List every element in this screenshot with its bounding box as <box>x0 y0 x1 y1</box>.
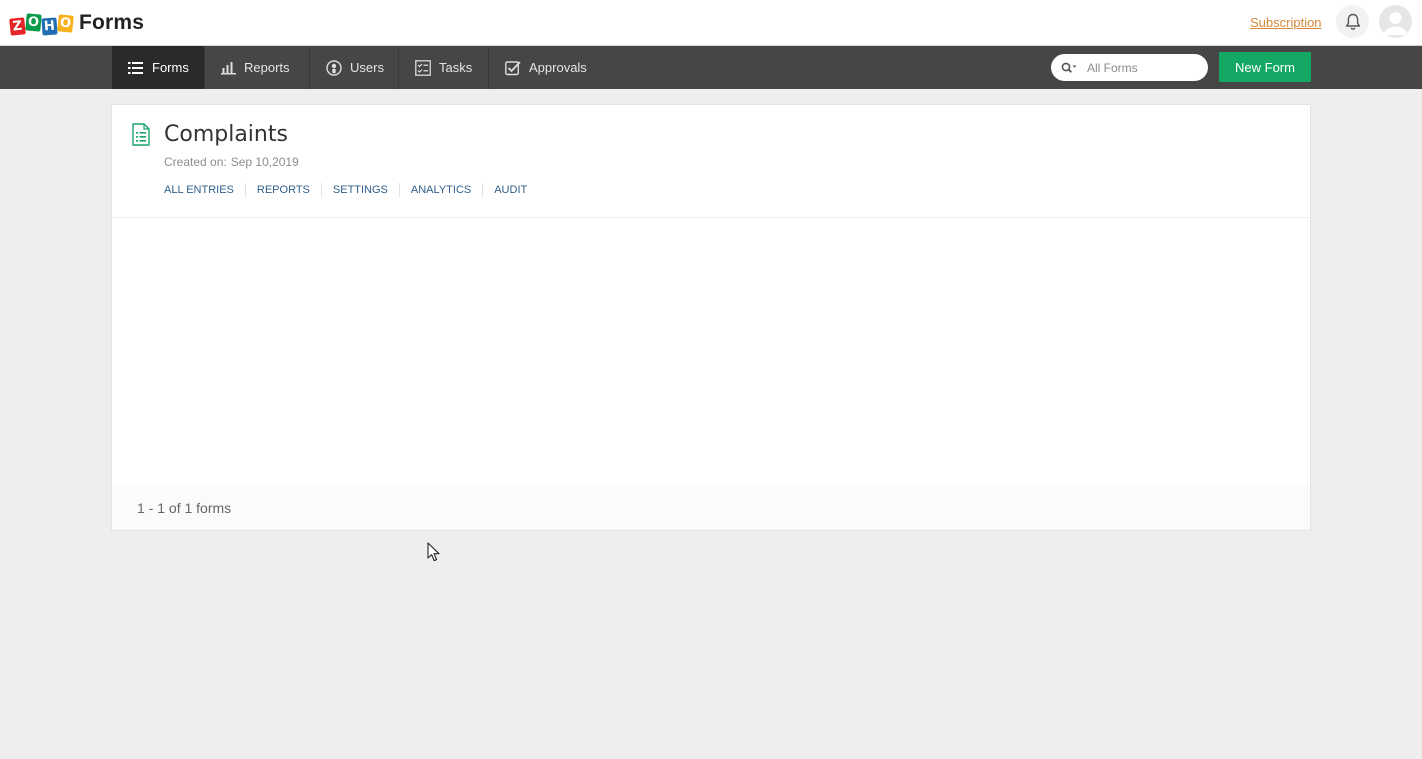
nav-reports-label: Reports <box>244 60 290 75</box>
notifications-button[interactable] <box>1336 5 1369 38</box>
form-created-info: Created on: Sep 10,2019 <box>164 155 299 169</box>
list-icon <box>128 61 143 74</box>
user-circle-icon <box>326 59 342 76</box>
all-entries-link[interactable]: ALL ENTRIES <box>164 183 246 197</box>
form-action-links: ALL ENTRIES REPORTS SETTINGS ANALYTICS A… <box>164 183 538 197</box>
bar-chart-icon <box>221 62 236 75</box>
top-header: Z O H O Forms Subscription <box>0 0 1422 46</box>
mouse-cursor-icon <box>427 542 440 562</box>
logo-letter: H <box>41 17 58 36</box>
nav-approvals[interactable]: Approvals <box>489 46 604 89</box>
checklist-icon <box>415 59 431 76</box>
created-date: Sep 10,2019 <box>230 155 299 169</box>
subscription-link[interactable]: Subscription <box>1250 15 1322 30</box>
nav-forms[interactable]: Forms <box>112 46 205 89</box>
nav-tasks[interactable]: Tasks <box>399 46 489 89</box>
logo-letter: O <box>25 13 42 32</box>
form-document-icon[interactable] <box>132 123 150 146</box>
logo-letter: Z <box>9 17 26 36</box>
pagination-footer: 1 - 1 of 1 forms <box>112 485 1310 530</box>
created-label: Created on: <box>164 155 227 169</box>
search-icon <box>1061 62 1077 73</box>
reports-link[interactable]: REPORTS <box>246 183 322 197</box>
profile-avatar[interactable] <box>1379 5 1412 38</box>
analytics-link[interactable]: ANALYTICS <box>400 183 484 197</box>
main-nav: Forms Reports Users Tasks Approvals All … <box>0 46 1422 89</box>
nav-users[interactable]: Users <box>310 46 399 89</box>
pagination-summary: 1 - 1 of 1 forms <box>137 499 232 516</box>
nav-approvals-label: Approvals <box>529 60 587 75</box>
nav-forms-label: Forms <box>152 60 189 75</box>
nav-users-label: Users <box>350 60 384 75</box>
form-title[interactable]: Complaints <box>164 122 288 147</box>
app-name: Forms <box>79 11 145 34</box>
bell-icon <box>1345 13 1360 30</box>
check-square-icon <box>505 60 521 75</box>
search-input[interactable] <box>1085 59 1201 76</box>
zoho-logo-icon: Z O H O <box>9 11 74 36</box>
search-box[interactable] <box>1051 54 1208 81</box>
settings-link[interactable]: SETTINGS <box>322 183 400 197</box>
audit-link[interactable]: AUDIT <box>483 183 538 197</box>
nav-reports[interactable]: Reports <box>205 46 310 89</box>
avatar-icon <box>1379 5 1412 38</box>
logo-letter: O <box>57 14 74 33</box>
form-list-item: Complaints Created on: Sep 10,2019 ALL EN… <box>112 105 1310 218</box>
new-form-button[interactable]: New Form <box>1219 52 1311 82</box>
zoho-forms-logo[interactable]: Z O H O Forms <box>9 10 145 36</box>
nav-tasks-label: Tasks <box>439 60 473 75</box>
forms-list-panel: Complaints Created on: Sep 10,2019 ALL EN… <box>111 104 1311 531</box>
